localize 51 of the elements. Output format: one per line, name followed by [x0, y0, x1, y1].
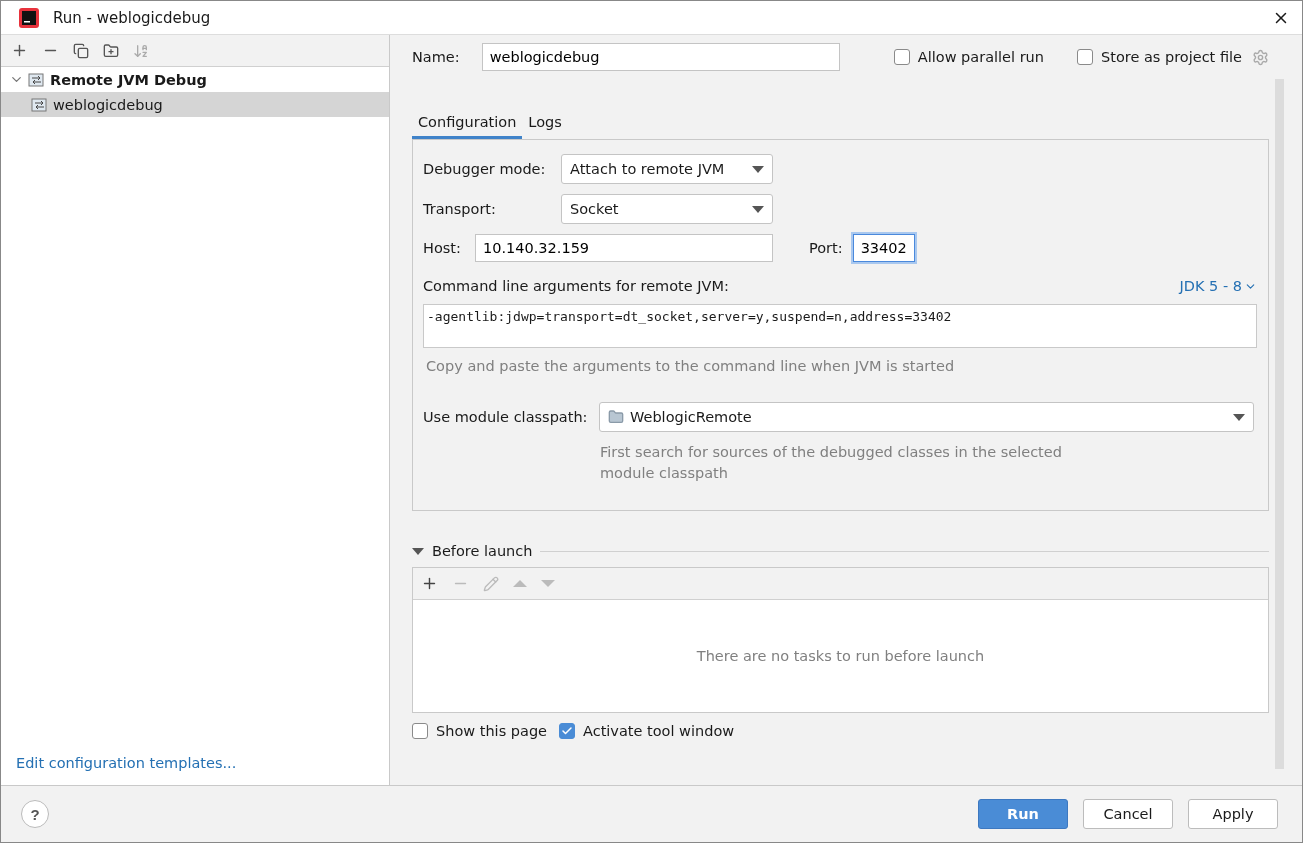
checkbox-label: Store as project file [1101, 49, 1242, 65]
debugger-mode-label: Debugger mode: [423, 161, 547, 177]
command-line-field[interactable]: -agentlib:jdwp=transport=dt_socket,server=y,suspend=n,address=33402 [423, 304, 1257, 348]
name-field[interactable]: weblogicdebug [481, 43, 841, 71]
checkbox[interactable] [893, 49, 910, 65]
checkbox-label: Show this page [436, 723, 547, 739]
jdk-version-link[interactable]: JDK 5 - 8 [1179, 278, 1257, 294]
command-line-hint: Copy and paste the arguments to the command line when JVM is started [426, 358, 956, 374]
debugger-mode-dropdown[interactable]: Attach to remote JVM [561, 154, 773, 184]
config-icon [28, 71, 46, 88]
port-label: Port: [809, 240, 843, 256]
config-icon [31, 96, 49, 113]
dropdown-caret-icon[interactable] [752, 205, 764, 213]
empty-tasks-text: There are no tasks to run before launch [696, 648, 985, 664]
module-folder-icon [608, 409, 624, 425]
folder-plus-icon[interactable] [103, 42, 119, 59]
before-launch-title: Before launch [432, 543, 533, 559]
module-classpath-label: Use module classpath: [423, 409, 589, 425]
add-icon[interactable] [421, 575, 438, 592]
host-field[interactable]: 10.140.32.159 [475, 234, 773, 262]
tab[interactable]: Configuration [412, 109, 523, 139]
tree-item[interactable]: weblogicdebug [1, 92, 389, 117]
sort-icon[interactable] [133, 42, 149, 59]
tab[interactable]: Logs [522, 109, 568, 139]
edit-templates-link[interactable]: Edit configuration templates... [16, 755, 389, 771]
checkbox[interactable] [412, 723, 428, 739]
checkbox-label: Allow parallel run [917, 49, 1044, 65]
transport-label: Transport: [423, 201, 497, 217]
dropdown-caret-icon[interactable] [752, 165, 764, 173]
checkbox-label: Activate tool window [583, 723, 735, 739]
gear-icon[interactable] [1252, 48, 1269, 66]
transport-dropdown[interactable]: Socket [561, 194, 773, 224]
dialog-button[interactable]: Apply [1188, 799, 1278, 829]
port-field[interactable]: 33402 [852, 234, 915, 262]
help-button[interactable]: ? [21, 800, 49, 828]
checkbox[interactable] [1077, 49, 1093, 65]
copy-icon[interactable] [73, 42, 89, 59]
checkmark-icon [561, 725, 573, 737]
name-label: Name: [412, 49, 460, 65]
dropdown-caret-icon[interactable] [1233, 413, 1245, 421]
section-toggle-icon[interactable] [412, 547, 424, 555]
module-dropdown[interactable]: WeblogicRemote [599, 402, 1254, 432]
add-icon[interactable] [11, 42, 28, 59]
window-title: Run - weblogicdebug [53, 8, 212, 27]
host-label: Host: [423, 240, 462, 256]
checkbox[interactable] [559, 723, 575, 739]
app-logo [19, 7, 39, 28]
tree-item[interactable]: Remote JVM Debug [1, 67, 389, 92]
dialog-button[interactable]: Cancel [1083, 799, 1173, 829]
module-hint: First search for sources of the debugged classes in the selected module classpath [600, 443, 1063, 483]
command-line-label: Command line arguments for remote JVM: [423, 278, 729, 294]
